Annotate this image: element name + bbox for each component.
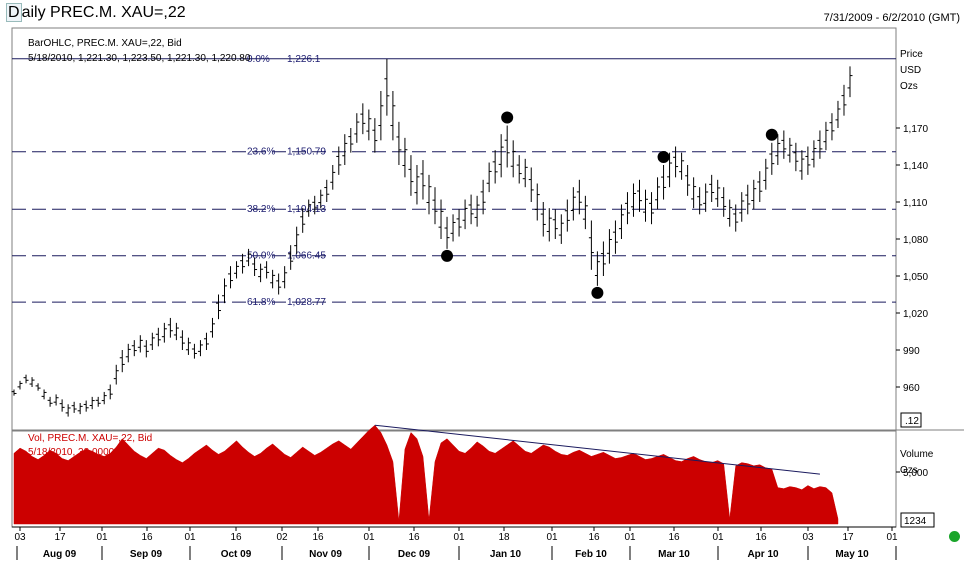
- price-tick-label: 960: [903, 383, 920, 394]
- fib-value-4: 1,028.77: [287, 297, 326, 308]
- month-label: Jan 10: [490, 549, 522, 560]
- fib-pct-1: 23.6%: [247, 147, 275, 158]
- volume-legend-line1: Vol, PREC.M. XAU=,22, Bid: [28, 433, 152, 444]
- month-label: Dec 09: [398, 549, 431, 560]
- month-label: Apr 10: [747, 549, 779, 560]
- volume-value-box-text: 1234: [904, 516, 927, 527]
- day-tick-label: 01: [453, 532, 465, 543]
- month-label: Aug 09: [43, 549, 77, 560]
- price-axis-title-2: USD: [900, 65, 921, 76]
- day-tick-label: 01: [96, 532, 108, 543]
- day-tick-label: 16: [755, 532, 767, 543]
- volume-axis-title-2: Ozs: [900, 465, 918, 476]
- month-label: Oct 09: [221, 549, 252, 560]
- time-axis: 03 17 01 16 01 16 02 16 01 16 01 18 01 16 01 16 01 16 03 17…: [14, 527, 898, 560]
- day-tick-label: 01: [546, 532, 558, 543]
- day-tick-label: 16: [141, 532, 153, 543]
- status-indicator-dot: [949, 531, 960, 542]
- day-tick-label: 03: [14, 532, 26, 543]
- month-label: Sep 09: [130, 549, 163, 560]
- price-axis-title-1: Price: [900, 49, 923, 60]
- fib-pct-2: 38.2%: [247, 204, 275, 215]
- price-legend-line1: BarOHLC, PREC.M. XAU=,22, Bid: [28, 38, 182, 49]
- price-tick-label: 1,170: [903, 124, 928, 135]
- price-tick-label: 1,050: [903, 272, 928, 283]
- pivot-marker-3: [657, 151, 670, 163]
- price-value-box-text: .12: [905, 416, 919, 427]
- pivot-marker-4: [765, 128, 778, 141]
- price-axis-title-3: Ozs: [900, 81, 918, 92]
- month-label: Feb 10: [575, 549, 607, 560]
- pivot-marker-2: [591, 286, 604, 299]
- day-tick-label: 17: [54, 532, 66, 543]
- price-tick-label: 990: [903, 346, 920, 357]
- day-tick-label: 18: [498, 532, 510, 543]
- day-tick-label: 03: [802, 532, 814, 543]
- volume-axis-title-1: Volume: [900, 449, 934, 460]
- price-axis: 960 990 1,020 1,050 1,080 1,110 1,140 1,170: [896, 124, 928, 394]
- day-tick-label: 01: [712, 532, 724, 543]
- day-tick-label: 01: [184, 532, 196, 543]
- price-tick-label: 1,080: [903, 235, 928, 246]
- day-tick-label: 17: [842, 532, 854, 543]
- day-tick-label: 16: [408, 532, 420, 543]
- fib-value-3: 1,066.45: [287, 251, 326, 262]
- price-tick-label: 1,110: [903, 198, 928, 209]
- price-tick-label: 1,020: [903, 309, 928, 320]
- fib-pct-4: 61.8%: [247, 297, 275, 308]
- pivot-marker-0: [441, 249, 454, 262]
- fib-pct-0: 0.0%: [247, 54, 270, 65]
- price-panel-frame: [11, 27, 897, 431]
- month-label: Mar 10: [658, 549, 690, 560]
- day-tick-label: 16: [588, 532, 600, 543]
- pivot-marker-1: [501, 111, 514, 124]
- month-label: Nov 09: [309, 549, 342, 560]
- day-tick-label: 16: [230, 532, 242, 543]
- day-tick-label: 01: [624, 532, 636, 543]
- day-tick-label: 16: [668, 532, 680, 543]
- fib-value-0: 1,226.1: [287, 54, 321, 65]
- day-tick-label: 02: [276, 532, 288, 543]
- chart-canvas: 0.0% 1,226.123.6% 1,150.7938.2% 1,104.1350.…: [11, 27, 964, 560]
- price-legend-line2: 5/18/2010, 1,221.30, 1,223.50, 1,221.30,…: [28, 53, 251, 64]
- day-tick-label: 01: [363, 532, 375, 543]
- volume-legend-line2: 5/18/2010, 33.0000: [28, 447, 115, 458]
- day-tick-label: 16: [312, 532, 324, 543]
- day-tick-label: 01: [886, 532, 898, 543]
- price-tick-label: 1,140: [903, 161, 928, 172]
- fib-value-1: 1,150.79: [287, 147, 326, 158]
- fib-pct-3: 50.0%: [247, 251, 275, 262]
- month-label: May 10: [835, 549, 869, 560]
